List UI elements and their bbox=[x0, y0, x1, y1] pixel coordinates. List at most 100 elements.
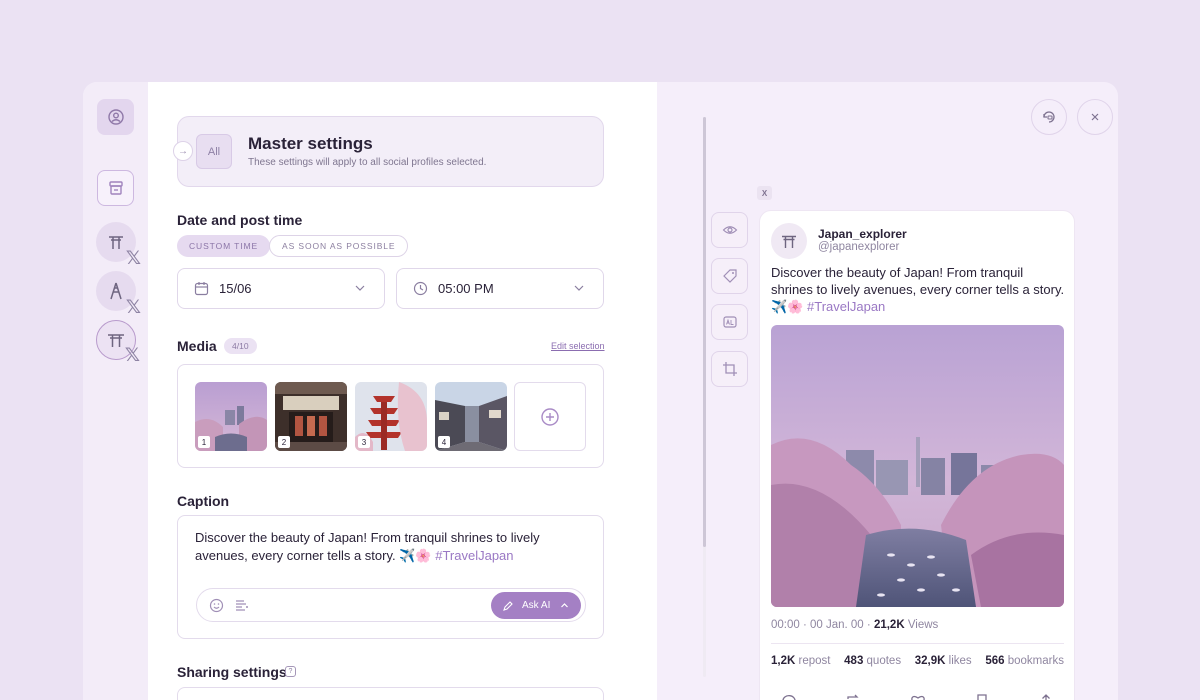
scrollbar[interactable] bbox=[703, 117, 706, 547]
preview-eye-button[interactable] bbox=[711, 212, 748, 248]
reposts-label: repost bbox=[795, 655, 831, 667]
torii-icon bbox=[782, 235, 796, 248]
x-logo-icon: 𝕏 bbox=[125, 247, 141, 269]
ask-ai-button[interactable]: Ask AI bbox=[491, 592, 581, 619]
clock-icon bbox=[413, 281, 428, 296]
sharing-section-title: Sharing settings bbox=[177, 664, 287, 680]
alt-text-icon bbox=[722, 316, 737, 328]
bookmarks-label: bookmarks bbox=[1004, 655, 1064, 667]
app-window: 𝕏 𝕏 𝕏 → All Master settings These settin… bbox=[83, 82, 1118, 700]
views-label: Views bbox=[904, 619, 939, 631]
reposts-count: 1,2K bbox=[771, 655, 796, 667]
caption-text[interactable]: Discover the beauty of Japan! From tranq… bbox=[195, 529, 585, 565]
chevron-up-icon bbox=[561, 603, 569, 608]
post-preview-card: Japan_explorer @japanexplorer Discover t… bbox=[759, 210, 1075, 700]
close-button[interactable] bbox=[1077, 99, 1113, 135]
post-hashtag: #TravelJapan bbox=[807, 299, 886, 314]
bookmarks-stat: 566 bookmarks bbox=[985, 655, 1064, 667]
x-logo-icon: 𝕏 bbox=[124, 344, 140, 366]
thumb-number: 3 bbox=[358, 436, 370, 448]
torii-icon bbox=[108, 334, 124, 347]
repost-icon[interactable] bbox=[844, 692, 862, 700]
all-profiles-tile[interactable]: All bbox=[196, 134, 232, 169]
caption-section-title: Caption bbox=[177, 493, 230, 509]
alt-text-button[interactable] bbox=[711, 304, 748, 340]
media-box: 1 2 3 4 bbox=[177, 364, 604, 468]
user-circle-icon bbox=[107, 109, 124, 125]
store-icon bbox=[108, 181, 123, 195]
media-count-badge: 4/10 bbox=[224, 338, 257, 354]
custom-time-pill[interactable]: CUSTOM TIME bbox=[177, 235, 271, 257]
share-icon[interactable] bbox=[1037, 692, 1055, 700]
heart-icon[interactable] bbox=[909, 692, 927, 700]
crop-button[interactable] bbox=[711, 351, 748, 387]
asap-pill[interactable]: AS SOON AS POSSIBLE bbox=[269, 235, 409, 257]
preview-history-icon bbox=[1043, 111, 1055, 123]
ask-ai-label: Ask AI bbox=[522, 600, 551, 611]
media-thumb[interactable]: 2 bbox=[275, 382, 347, 451]
x-logo-icon: 𝕏 bbox=[125, 296, 141, 318]
settings-panel: → All Master settings These settings wil… bbox=[148, 82, 706, 700]
date-dropdown[interactable]: 15/06 bbox=[177, 268, 385, 309]
master-settings-description: These settings will apply to all social … bbox=[248, 157, 487, 168]
text-format-icon[interactable] bbox=[235, 599, 249, 613]
history-button[interactable] bbox=[1031, 99, 1067, 135]
caption-editor[interactable]: Discover the beauty of Japan! From tranq… bbox=[177, 515, 604, 639]
likes-count: 32,9K bbox=[914, 655, 946, 667]
post-meta: 00:00 · 00 Jan. 00 · 21,2K Views bbox=[771, 619, 938, 631]
edit-selection-link[interactable]: Edit selection bbox=[551, 341, 605, 351]
profile-3[interactable]: 𝕏 bbox=[96, 320, 140, 365]
tokyo-cherry-river-photo bbox=[771, 325, 1064, 607]
media-section-title: Media bbox=[177, 338, 217, 354]
divider bbox=[771, 643, 1064, 644]
post-actions bbox=[780, 692, 1055, 700]
post-text: Discover the beauty of Japan! From tranq… bbox=[771, 264, 1066, 315]
account-avatar bbox=[771, 223, 807, 259]
thumb-number: 1 bbox=[198, 436, 210, 448]
profile-2[interactable]: 𝕏 bbox=[96, 271, 141, 317]
bookmarks-count: 566 bbox=[985, 655, 1005, 667]
network-badge: X bbox=[757, 186, 772, 200]
calendar-icon bbox=[194, 282, 209, 296]
emoji-icon[interactable] bbox=[209, 598, 224, 613]
eye-icon bbox=[722, 226, 737, 234]
views-count: 21,2K bbox=[873, 619, 905, 631]
tower-icon bbox=[110, 282, 122, 300]
post-stats: 1,2K repost 483 quotes 32,9K likes 566 b… bbox=[771, 655, 1064, 667]
date-value: 15/06 bbox=[219, 281, 252, 296]
reply-icon[interactable] bbox=[780, 692, 798, 700]
help-icon[interactable]: ? bbox=[285, 666, 296, 677]
master-settings-card[interactable]: → All Master settings These settings wil… bbox=[173, 116, 604, 187]
likes-stat: 32,9K likes bbox=[915, 655, 972, 667]
chevron-down-icon bbox=[355, 285, 365, 291]
chevron-down-icon bbox=[574, 285, 584, 291]
post-photo bbox=[771, 325, 1064, 607]
add-media-button[interactable] bbox=[514, 382, 586, 451]
crop-icon bbox=[722, 362, 737, 376]
caption-toolbar: Ask AI bbox=[196, 588, 586, 622]
sharing-settings-box[interactable] bbox=[177, 687, 604, 700]
quotes-label: quotes bbox=[863, 655, 902, 667]
profile-1[interactable]: 𝕏 bbox=[96, 222, 141, 268]
caption-hashtag: #TravelJapan bbox=[435, 548, 514, 563]
store-button[interactable] bbox=[97, 170, 134, 206]
tag-button[interactable] bbox=[711, 258, 748, 294]
time-value: 05:00 PM bbox=[438, 281, 494, 296]
media-thumb[interactable]: 4 bbox=[435, 382, 507, 451]
account-name: Japan_explorer bbox=[818, 227, 907, 241]
media-thumb[interactable]: 1 bbox=[195, 382, 267, 451]
time-dropdown[interactable]: 05:00 PM bbox=[396, 268, 604, 309]
thumb-number: 2 bbox=[278, 436, 290, 448]
likes-label: likes bbox=[945, 655, 972, 667]
quotes-count: 483 bbox=[844, 655, 864, 667]
account-handle: @japanexplorer bbox=[818, 241, 900, 253]
account-button[interactable] bbox=[97, 99, 134, 135]
arrow-right-icon[interactable]: → bbox=[173, 141, 193, 161]
tag-icon bbox=[722, 269, 737, 283]
media-thumb[interactable]: 3 bbox=[355, 382, 427, 451]
post-time: 00:00 · 00 Jan. 00 · bbox=[771, 619, 874, 631]
bookmark-icon[interactable] bbox=[973, 692, 991, 700]
thumb-number: 4 bbox=[438, 436, 450, 448]
close-icon bbox=[1091, 113, 1099, 121]
plus-circle-icon bbox=[541, 407, 559, 426]
